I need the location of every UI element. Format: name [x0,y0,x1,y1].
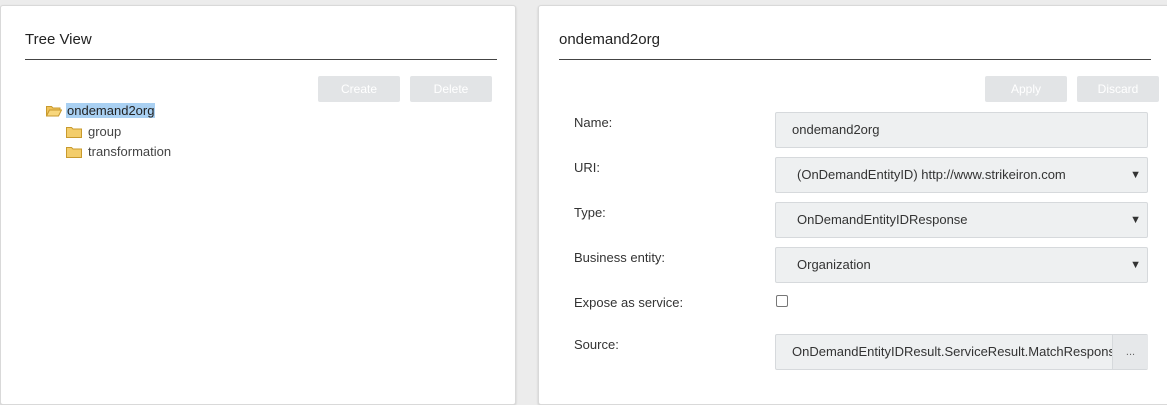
uri-select[interactable]: (OnDemandEntityID) http://www.strikeiron… [775,157,1148,193]
business-entity-value: Organization [797,257,871,272]
chevron-down-icon: ▼ [1130,259,1141,271]
expose-as-service-label: Expose as service: [574,295,684,310]
type-value: OnDemandEntityIDResponse [797,212,968,227]
title-divider [559,59,1151,60]
chevron-down-icon: ▼ [1130,214,1141,226]
tree-view-panel: Tree View Create Delete ondemand2org gro… [0,5,516,405]
name-label: Name: [574,115,613,130]
delete-button[interactable]: Delete [410,76,492,102]
panel-title: Tree View [25,31,92,48]
tree-node-group[interactable]: group [66,124,121,139]
folder-icon [66,126,82,138]
folder-open-icon [46,105,62,116]
uri-value: (OnDemandEntityID) http://www.strikeiron… [797,167,1066,182]
title-divider [25,59,497,60]
detail-panel: ondemand2org Apply Discard Name: ondeman… [538,5,1167,405]
discard-button[interactable]: Discard [1077,76,1159,102]
create-button[interactable]: Create [318,76,400,102]
uri-label: URI: [574,160,600,175]
source-value: OnDemandEntityIDResult.ServiceResult.Mat… [792,344,1136,359]
source-input[interactable]: OnDemandEntityIDResult.ServiceResult.Mat… [775,334,1148,370]
type-label: Type: [574,205,606,220]
tree-node-transformation[interactable]: transformation [66,144,171,159]
type-select[interactable]: OnDemandEntityIDResponse ▼ [775,202,1148,238]
chevron-down-icon: ▼ [1130,169,1141,181]
source-label: Source: [574,337,619,352]
source-browse-wrapper: ... [1112,335,1148,369]
tree-node-label[interactable]: ondemand2org [66,103,156,118]
name-value: ondemand2org [792,122,880,137]
tree-node-root[interactable]: ondemand2org [46,103,156,118]
tree-node-label[interactable]: transformation [88,144,171,159]
tree-node-label[interactable]: group [88,124,121,139]
expose-as-service-checkbox[interactable] [776,295,788,307]
apply-button[interactable]: Apply [985,76,1067,102]
business-entity-label: Business entity: [574,250,666,265]
business-entity-select[interactable]: Organization ▼ [775,247,1148,283]
folder-icon [66,146,82,158]
name-input[interactable]: ondemand2org [775,112,1148,148]
panel-title: ondemand2org [559,31,660,48]
source-browse-button[interactable]: ... [1112,335,1148,369]
